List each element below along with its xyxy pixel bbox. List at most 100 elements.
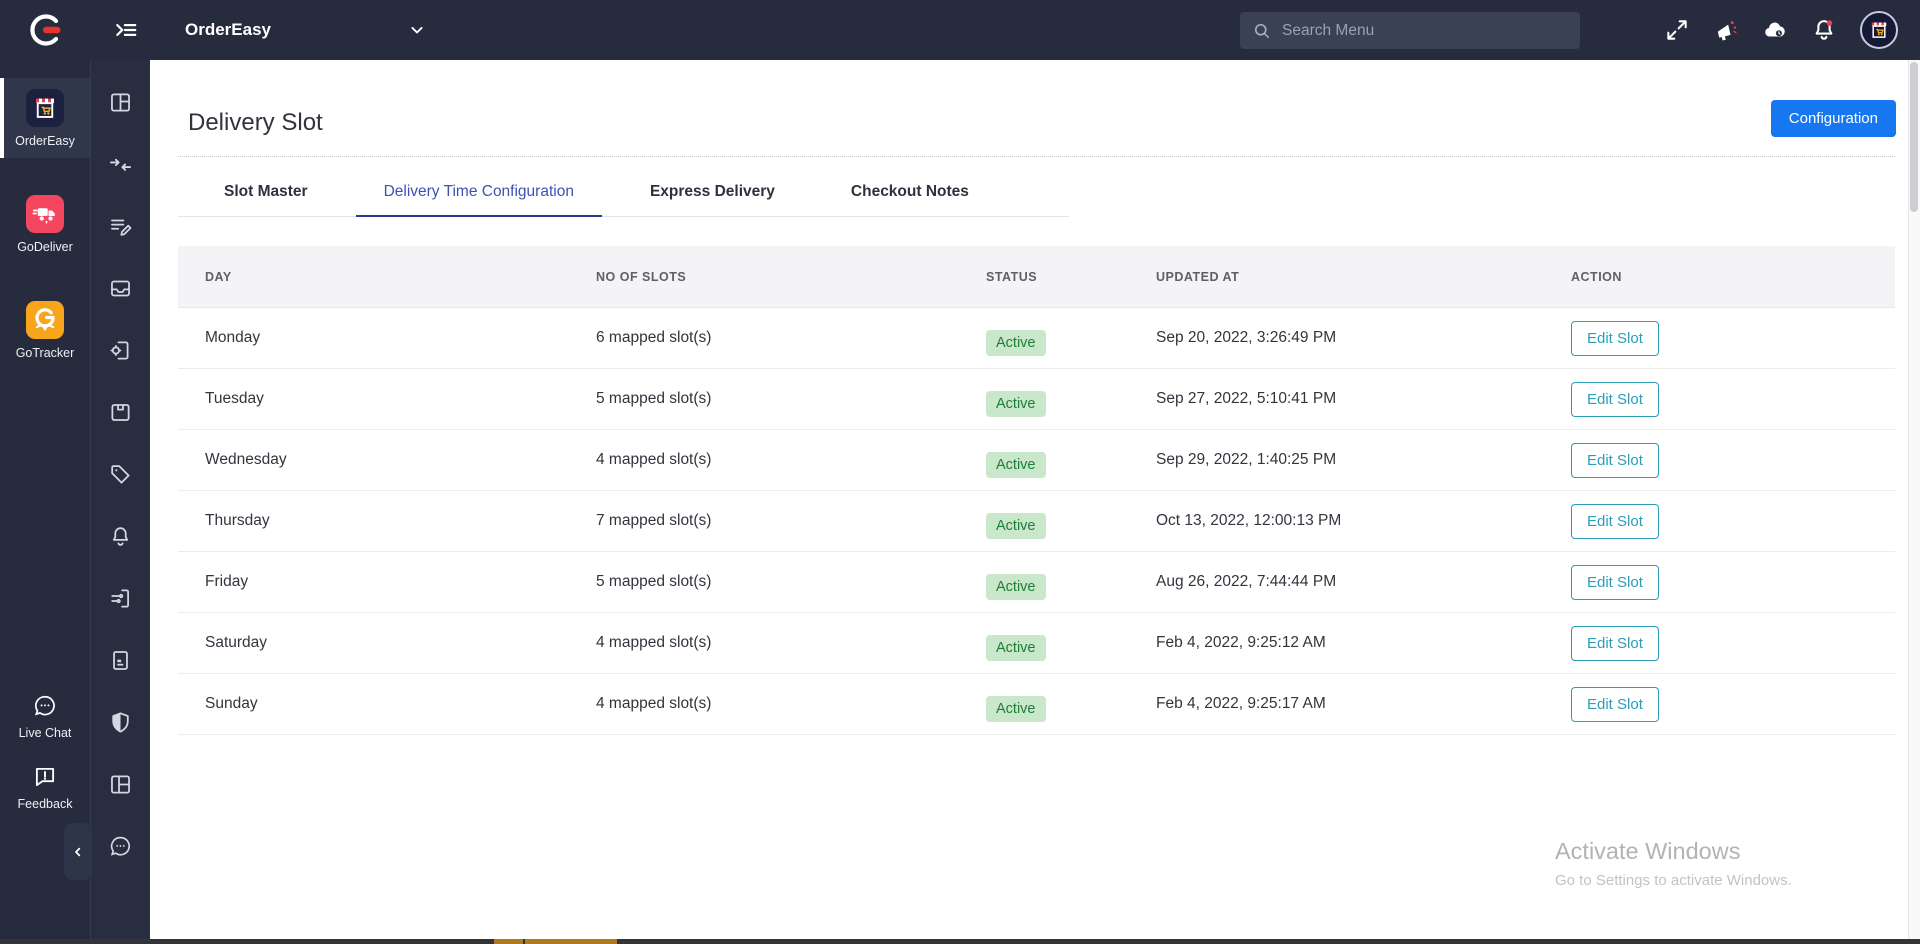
vertical-scrollbar[interactable] xyxy=(1908,60,1920,944)
updated-at-cell: Sep 27, 2022, 5:10:41 PM xyxy=(1129,390,1544,408)
sidebar-toggle-icon[interactable] xyxy=(113,17,139,43)
main-content: Delivery Slot Configuration Slot Master D… xyxy=(150,60,1920,944)
edit-slot-button[interactable]: Edit Slot xyxy=(1571,504,1659,539)
status-badge: Active xyxy=(986,330,1046,356)
table-row-friday: Friday5 mapped slot(s)ActiveAug 26, 2022… xyxy=(178,552,1895,613)
status-cell: Active xyxy=(959,382,1129,417)
status-cell: Active xyxy=(959,504,1129,539)
tab-express-delivery[interactable]: Express Delivery xyxy=(622,183,803,216)
table-row-sunday: Sunday4 mapped slot(s)ActiveFeb 4, 2022,… xyxy=(178,674,1895,735)
status-cell: Active xyxy=(959,443,1129,478)
announcements-icon[interactable] xyxy=(1713,17,1739,43)
action-cell: Edit Slot xyxy=(1544,504,1895,539)
cloud-sync-icon[interactable] xyxy=(1762,17,1788,43)
store-avatar[interactable] xyxy=(1860,11,1898,49)
notifications-icon[interactable] xyxy=(1811,17,1837,43)
status-cell: Active xyxy=(959,626,1129,661)
day-cell: Wednesday xyxy=(178,451,569,469)
door-settings-icon[interactable] xyxy=(108,586,133,611)
navbar-right-icons xyxy=(1664,0,1898,60)
activate-windows-watermark: Activate Windows Go to Settings to activ… xyxy=(1555,838,1792,889)
sidebar-item-live-chat[interactable]: Live Chat xyxy=(19,693,72,740)
tab-checkout-notes[interactable]: Checkout Notes xyxy=(823,183,997,216)
slots-cell: 5 mapped slot(s) xyxy=(569,573,959,591)
action-cell: Edit Slot xyxy=(1544,443,1895,478)
feedback-icon xyxy=(32,764,58,790)
report-icon[interactable] xyxy=(108,648,133,673)
edit-slot-button[interactable]: Edit Slot xyxy=(1571,443,1659,478)
sidebar-item-label: OrderEasy xyxy=(15,134,75,148)
live-chat-icon xyxy=(32,693,58,719)
slots-cell: 7 mapped slot(s) xyxy=(569,512,959,530)
day-cell: Sunday xyxy=(178,695,569,713)
slots-cell: 4 mapped slot(s) xyxy=(569,634,959,652)
sidebar-item-godeliver[interactable]: GoDeliver xyxy=(0,184,90,264)
status-badge: Active xyxy=(986,635,1046,661)
search-input[interactable] xyxy=(1282,22,1568,40)
edit-slot-button[interactable]: Edit Slot xyxy=(1571,687,1659,722)
sidebar-item-feedback[interactable]: Feedback xyxy=(18,764,73,811)
action-cell: Edit Slot xyxy=(1544,321,1895,356)
chat-bubble-icon[interactable] xyxy=(108,834,133,859)
day-cell: Thursday xyxy=(178,512,569,530)
day-cell: Monday xyxy=(178,329,569,347)
app-switcher[interactable]: OrderEasy xyxy=(185,20,427,40)
gotracker-app-icon xyxy=(26,301,64,339)
dashboard-layout-icon[interactable] xyxy=(108,90,133,115)
status-badge: Active xyxy=(986,391,1046,417)
sidebar-item-ordereasy[interactable]: OrderEasy xyxy=(0,78,90,158)
edit-slot-button[interactable]: Edit Slot xyxy=(1571,565,1659,600)
task-list-edit-icon[interactable] xyxy=(108,214,133,239)
updated-at-cell: Feb 4, 2022, 9:25:12 AM xyxy=(1129,634,1544,652)
sidebar-item-label: GoTracker xyxy=(16,346,75,360)
fullscreen-icon[interactable] xyxy=(1664,17,1690,43)
updated-at-cell: Sep 29, 2022, 1:40:25 PM xyxy=(1129,451,1544,469)
package-icon[interactable] xyxy=(108,400,133,425)
updated-at-cell: Feb 4, 2022, 9:25:17 AM xyxy=(1129,695,1544,713)
day-cell: Saturday xyxy=(178,634,569,652)
ordereasy-app-icon xyxy=(26,89,64,127)
updated-at-cell: Sep 20, 2022, 3:26:49 PM xyxy=(1129,329,1544,347)
app-sidebar: OrderEasy GoDeliver GoTracker Live Chat Fee… xyxy=(0,60,90,944)
slots-cell: 4 mapped slot(s) xyxy=(569,451,959,469)
bottom-edge-strip xyxy=(0,939,1920,944)
bell-icon[interactable] xyxy=(108,524,133,549)
edit-slot-button[interactable]: Edit Slot xyxy=(1571,626,1659,661)
delivery-slot-table: DAYNO OF SLOTSSTATUSUPDATED ATACTION Mon… xyxy=(178,246,1895,735)
tab-slot-master[interactable]: Slot Master xyxy=(196,183,336,216)
table-row-thursday: Thursday7 mapped slot(s)ActiveOct 13, 20… xyxy=(178,491,1895,552)
status-cell: Active xyxy=(959,687,1129,722)
ordereasy-g-logo-icon[interactable] xyxy=(26,10,66,50)
sidebar-item-label: GoDeliver xyxy=(17,240,73,254)
page-header: Delivery Slot Configuration xyxy=(150,60,1920,137)
bottom-accent-segment xyxy=(494,939,617,944)
sidebar-item-gotracker[interactable]: GoTracker xyxy=(0,290,90,370)
column-header-updated-at: UPDATED AT xyxy=(1129,270,1544,284)
configuration-button[interactable]: Configuration xyxy=(1771,100,1896,137)
app-root: OrderEasy OrderEasy GoDeliver GoTracker Li… xyxy=(0,0,1920,944)
shield-icon[interactable] xyxy=(108,710,133,735)
updated-at-cell: Oct 13, 2022, 12:00:13 PM xyxy=(1129,512,1544,530)
search-box[interactable] xyxy=(1240,12,1580,49)
edit-slot-button[interactable]: Edit Slot xyxy=(1571,321,1659,356)
inbox-icon[interactable] xyxy=(108,276,133,301)
search-icon xyxy=(1252,21,1272,41)
status-cell: Active xyxy=(959,321,1129,356)
logout-gear-icon[interactable] xyxy=(108,338,133,363)
table-row-tuesday: Tuesday5 mapped slot(s)ActiveSep 27, 202… xyxy=(178,369,1895,430)
tab-delivery-time-configuration[interactable]: Delivery Time Configuration xyxy=(356,183,602,216)
sidebar-item-label: Feedback xyxy=(18,797,73,811)
action-cell: Edit Slot xyxy=(1544,565,1895,600)
columns-layout-icon[interactable] xyxy=(108,772,133,797)
tab-bar: Slot Master Delivery Time Configuration Ex… xyxy=(178,157,1069,217)
watermark-title: Activate Windows xyxy=(1555,838,1792,865)
module-sidebar xyxy=(90,60,150,944)
edit-slot-button[interactable]: Edit Slot xyxy=(1571,382,1659,417)
tag-icon[interactable] xyxy=(108,462,133,487)
sidebar-collapse-button[interactable] xyxy=(64,823,92,880)
watermark-subtitle: Go to Settings to activate Windows. xyxy=(1555,872,1792,889)
merge-arrows-icon[interactable] xyxy=(108,152,133,177)
scrollbar-thumb[interactable] xyxy=(1910,62,1918,212)
slots-cell: 4 mapped slot(s) xyxy=(569,695,959,713)
column-header-day: DAY xyxy=(178,270,569,284)
